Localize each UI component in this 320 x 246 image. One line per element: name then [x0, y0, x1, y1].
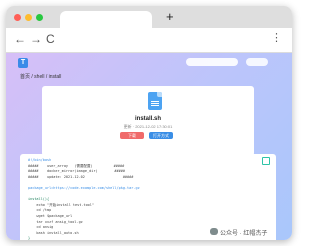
- download-button[interactable]: 下载: [120, 132, 144, 139]
- browser-window: + ← → C ⋮ T 首页 / shell / install install…: [6, 6, 292, 240]
- code-line: ##### update: 2021-12-02 #####: [28, 174, 134, 179]
- file-meta: 更新 · 2021-12-02 17:30:01: [123, 124, 173, 129]
- page-viewport: T 首页 / shell / install install.sh 更新 · 2…: [6, 53, 292, 240]
- site-search-input[interactable]: [186, 58, 238, 66]
- code-block: #!/bin/bash ##### user_array (需要配置) #####…: [28, 158, 140, 240]
- site-header-button[interactable]: [246, 58, 268, 66]
- code-line: }: [28, 236, 31, 240]
- maximize-window-button[interactable]: [36, 14, 43, 21]
- new-tab-button[interactable]: +: [166, 9, 174, 25]
- watermark: 公众号 · 红帽杰子: [220, 231, 268, 237]
- arrow-left-icon[interactable]: ←: [14, 32, 26, 46]
- close-window-button[interactable]: [14, 14, 21, 21]
- code-line: ##### docker_mirror(image_dir) #####: [28, 169, 125, 174]
- file-info-card: install.sh 更新 · 2021-12-02 17:30:01 下载 打…: [42, 86, 254, 156]
- active-tab[interactable]: [60, 11, 152, 28]
- code-line: package_url=https://code.example.com/she…: [28, 185, 140, 190]
- file-icon: [148, 92, 162, 110]
- minimize-window-button[interactable]: [25, 14, 32, 21]
- reload-icon[interactable]: C: [46, 32, 55, 46]
- site-logo[interactable]: T: [18, 58, 28, 68]
- breadcrumb[interactable]: 首页 / shell / install: [20, 73, 61, 80]
- kebab-menu-icon[interactable]: ⋮: [271, 31, 282, 45]
- wechat-icon: [210, 228, 218, 235]
- arrow-right-icon[interactable]: →: [30, 32, 42, 46]
- open-with-button[interactable]: 打开方式: [149, 132, 173, 139]
- file-name: install.sh: [134, 116, 161, 122]
- browser-toolbar: ← → C ⋮: [6, 28, 292, 53]
- title-bar: +: [6, 6, 292, 28]
- copy-icon[interactable]: [262, 157, 270, 165]
